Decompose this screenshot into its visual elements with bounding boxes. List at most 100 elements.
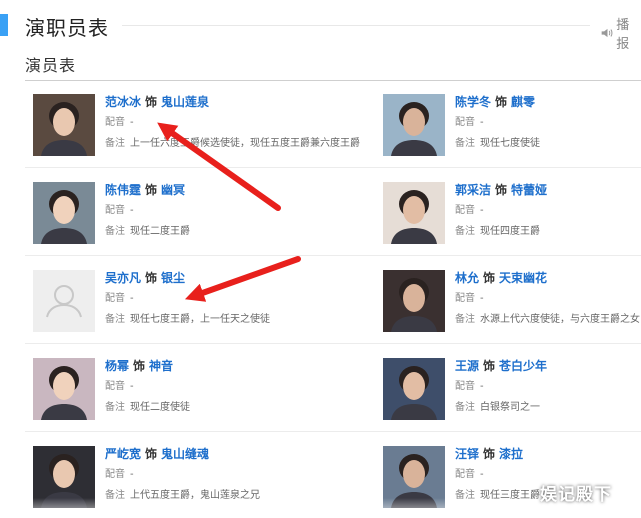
- note-value: 现任二度王爵: [130, 226, 190, 237]
- role-name-link[interactable]: 麒零: [511, 95, 535, 109]
- cast-info: 杨幂饰神音 配音 - 备注 现任二度使徒: [105, 358, 190, 414]
- actor-photo: [33, 94, 95, 156]
- note-value: 现任三度王爵: [480, 490, 540, 501]
- note-value: 白银祭司之一: [480, 402, 540, 413]
- actor-name-link[interactable]: 陈学冬: [455, 95, 491, 109]
- actor-photo: [383, 94, 445, 156]
- as-label: 饰: [483, 359, 496, 373]
- row-divider: [25, 167, 641, 168]
- actor-photo: [383, 270, 445, 332]
- actor-photo: [383, 358, 445, 420]
- actor-photo-frame[interactable]: [383, 358, 445, 420]
- dub-line: 配音 -: [455, 117, 540, 129]
- actor-name-link[interactable]: 杨幂: [105, 359, 129, 373]
- name-line: 林允饰天束幽花: [455, 271, 640, 285]
- note-value: 现任七度王爵，上一任天之使徒: [130, 314, 270, 325]
- cast-card: 陈学冬饰麒零 配音 - 备注 现任七度使徒: [383, 94, 641, 166]
- note-label: 备注: [105, 226, 125, 237]
- dub-line: 配音 -: [455, 293, 640, 305]
- dub-value: -: [480, 117, 484, 128]
- actor-photo-frame[interactable]: [383, 94, 445, 156]
- name-line: 郭采洁饰特蕾娅: [455, 183, 547, 197]
- as-label: 饰: [495, 183, 508, 197]
- dub-value: -: [480, 381, 484, 392]
- dub-line: 配音 -: [105, 205, 190, 217]
- dub-label: 配音: [455, 117, 475, 128]
- actor-photo-frame[interactable]: [33, 358, 95, 420]
- actor-photo-frame[interactable]: [33, 94, 95, 156]
- note-line: 备注 现任四度王爵: [455, 226, 547, 238]
- cast-card: 杨幂饰神音 配音 - 备注 现任二度使徒: [33, 358, 333, 430]
- cast-card: 林允饰天束幽花 配音 - 备注 水源上代六度使徒，与六度王爵之女: [383, 270, 641, 342]
- note-label: 备注: [105, 490, 125, 501]
- role-name-link[interactable]: 苍白少年: [499, 359, 547, 373]
- role-name-link[interactable]: 特蕾娅: [511, 183, 547, 197]
- section-accent-bar: [0, 14, 8, 36]
- cast-card: 郭采洁饰特蕾娅 配音 - 备注 现任四度王爵: [383, 182, 641, 254]
- name-line: 吴亦凡饰银尘: [105, 271, 270, 285]
- name-line: 王源饰苍白少年: [455, 359, 547, 373]
- speaker-icon: [601, 28, 613, 38]
- role-name-link[interactable]: 天束幽花: [499, 271, 547, 285]
- cast-info: 陈伟霆饰幽冥 配音 - 备注 现任二度王爵: [105, 182, 190, 238]
- actor-photo-frame[interactable]: [33, 446, 95, 508]
- actor-photo: [33, 446, 95, 508]
- note-value: 水源上代六度使徒，与六度王爵之女: [480, 314, 640, 325]
- role-name-link[interactable]: 鬼山莲泉: [161, 95, 209, 109]
- actor-name-link[interactable]: 范冰冰: [105, 95, 141, 109]
- name-line: 范冰冰饰鬼山莲泉: [105, 95, 360, 109]
- note-line: 备注 上代五度王爵，鬼山莲泉之兄: [105, 490, 260, 502]
- page-title: 演职员表: [25, 16, 109, 40]
- actor-name-link[interactable]: 郭采洁: [455, 183, 491, 197]
- as-label: 饰: [145, 95, 158, 109]
- note-value: 现任七度使徒: [480, 138, 540, 149]
- cast-section-title: 演员表: [25, 56, 77, 75]
- note-line: 备注 上一任六度王爵候选使徒，现任五度王爵兼六度王爵: [105, 138, 360, 150]
- cast-card: 陈伟霆饰幽冥 配音 - 备注 现任二度王爵: [33, 182, 333, 254]
- actor-name-link[interactable]: 严屹宽: [105, 447, 141, 461]
- name-line: 陈伟霆饰幽冥: [105, 183, 190, 197]
- note-line: 备注 现任二度王爵: [105, 226, 190, 238]
- actor-photo-frame[interactable]: [33, 182, 95, 244]
- dub-value: -: [480, 205, 484, 216]
- name-line: 杨幂饰神音: [105, 359, 190, 373]
- actor-name-link[interactable]: 王源: [455, 359, 479, 373]
- note-label: 备注: [455, 314, 475, 325]
- dub-value: -: [130, 293, 134, 304]
- dub-label: 配音: [105, 205, 125, 216]
- as-label: 饰: [133, 359, 146, 373]
- role-name-link[interactable]: 神音: [149, 359, 173, 373]
- as-label: 饰: [483, 447, 496, 461]
- dub-value: -: [480, 469, 484, 480]
- actor-photo-frame[interactable]: [383, 270, 445, 332]
- role-name-link[interactable]: 漆拉: [499, 447, 523, 461]
- role-name-link[interactable]: 鬼山缝魂: [161, 447, 209, 461]
- actor-photo-frame[interactable]: [383, 182, 445, 244]
- play-audio-button[interactable]: 播报: [600, 14, 641, 52]
- note-line: 备注 水源上代六度使徒，与六度王爵之女: [455, 314, 640, 326]
- dub-line: 配音 -: [105, 293, 270, 305]
- note-label: 备注: [455, 138, 475, 149]
- cast-info: 陈学冬饰麒零 配音 - 备注 现任七度使徒: [455, 94, 540, 150]
- actor-photo: [383, 182, 445, 244]
- annotation-arrows: [157, 122, 301, 302]
- actor-name-link[interactable]: 陈伟霆: [105, 183, 141, 197]
- dub-line: 配音 -: [455, 205, 547, 217]
- actor-name-link[interactable]: 汪铎: [455, 447, 479, 461]
- as-label: 饰: [145, 271, 158, 285]
- dub-value: -: [130, 205, 134, 216]
- actor-photo-frame[interactable]: [383, 446, 445, 508]
- dub-line: 配音 -: [455, 381, 547, 393]
- dub-line: 配音 -: [105, 117, 360, 129]
- actor-photo-frame[interactable]: [33, 270, 95, 332]
- dub-value: -: [130, 381, 134, 392]
- actor-name-link[interactable]: 林允: [455, 271, 479, 285]
- role-name-link[interactable]: 幽冥: [161, 183, 185, 197]
- note-value: 上代五度王爵，鬼山莲泉之兄: [130, 490, 260, 501]
- note-label: 备注: [105, 402, 125, 413]
- dub-value: -: [130, 117, 134, 128]
- cast-info: 严屹宽饰鬼山缝魂 配音 - 备注 上代五度王爵，鬼山莲泉之兄: [105, 446, 260, 502]
- actor-name-link[interactable]: 吴亦凡: [105, 271, 141, 285]
- role-name-link[interactable]: 银尘: [161, 271, 185, 285]
- cast-card: 王源饰苍白少年 配音 - 备注 白银祭司之一: [383, 358, 641, 430]
